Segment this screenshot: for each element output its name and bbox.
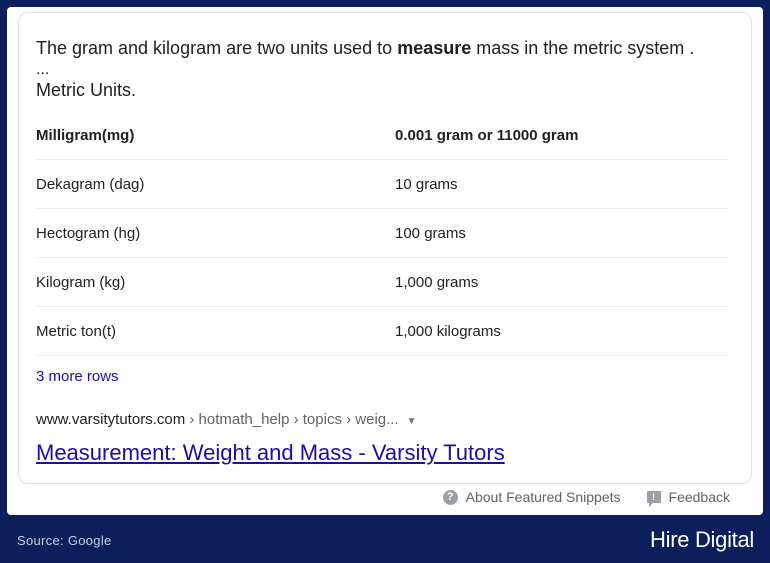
units-table: Milligram(mg) 0.001 gram or 11000 gram D… [36, 111, 729, 356]
table-row: Metric ton(t) 1,000 kilograms [36, 307, 729, 356]
table-cell: 1,000 grams [395, 274, 479, 291]
table-header-row: Milligram(mg) 0.001 gram or 11000 gram [36, 111, 729, 160]
table-cell: Dekagram (dag) [36, 176, 145, 193]
table-cell: 100 grams [395, 225, 466, 242]
table-cell: 1,000 kilograms [395, 323, 501, 340]
snippet-intro: The gram and kilogram are two units used… [36, 37, 736, 59]
result-title-link[interactable]: Measurement: Weight and Mass - Varsity T… [36, 440, 505, 466]
feedback-link[interactable]: ! Feedback [646, 489, 730, 507]
feedback-icon: ! [646, 491, 661, 507]
more-rows-link[interactable]: 3 more rows [36, 368, 119, 385]
source-caption: Source: Google [17, 533, 112, 548]
units-heading: Metric Units. [36, 80, 137, 100]
about-featured-snippets-link[interactable]: ? About Featured Snippets [442, 489, 621, 505]
table-row: Dekagram (dag) 10 grams [36, 160, 729, 209]
featured-snippet-card: The gram and kilogram are two units used… [18, 12, 752, 484]
table-cell: Hectogram (hg) [36, 225, 141, 242]
about-label: About Featured Snippets [465, 489, 621, 505]
table-cell: 10 grams [395, 176, 458, 193]
table-row: Hectogram (hg) 100 grams [36, 209, 729, 258]
screenshot-panel: The gram and kilogram are two units used… [7, 7, 763, 515]
table-cell: 0.001 gram or 11000 gram [395, 127, 579, 144]
feedback-label: Feedback [668, 489, 730, 505]
table-cell: Metric ton(t) [36, 323, 117, 340]
table-cell: Milligram(mg) [36, 127, 135, 144]
table-row: Kilogram (kg) 1,000 grams [36, 258, 729, 307]
intro-text-after: mass in the metric system . [471, 38, 695, 58]
intro-bold-term: measure [397, 38, 472, 58]
brand-logo: Hire Digital [650, 527, 754, 552]
url-domain: www.varsitytutors.com [36, 411, 186, 428]
snippet-ellipsis: ... [36, 61, 50, 78]
url-path: › hotmath_help › topics › weig... [185, 411, 399, 428]
table-cell: Kilogram (kg) [36, 274, 126, 291]
intro-text-before: The gram and kilogram are two units used… [36, 38, 398, 58]
snippet-footer: ? About Featured Snippets ! Feedback [442, 489, 730, 507]
chevron-down-icon[interactable]: ▼ [407, 416, 417, 427]
help-icon: ? [442, 489, 458, 505]
result-url: www.varsitytutors.com › hotmath_help › t… [36, 411, 417, 428]
